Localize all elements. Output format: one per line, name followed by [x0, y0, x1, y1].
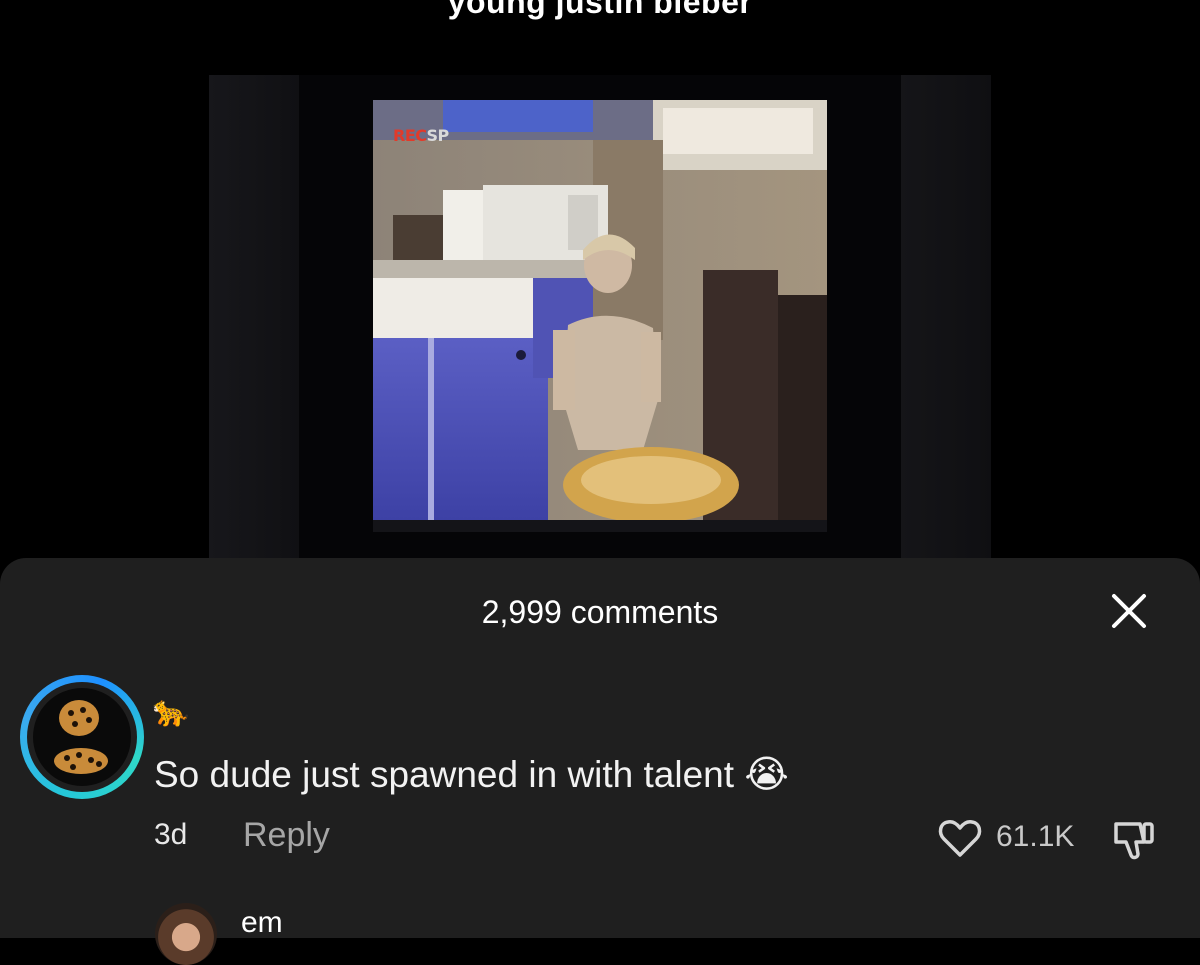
next-comment-username[interactable]: em — [241, 906, 283, 940]
record-mode-text: SP — [426, 126, 450, 145]
next-commenter-avatar[interactable] — [155, 903, 217, 965]
thumbs-down-icon — [1114, 822, 1154, 860]
rec-indicator: RECSP — [393, 126, 449, 145]
video-player[interactable]: RECSP — [373, 100, 827, 532]
comment-timestamp: 3d — [154, 818, 188, 851]
comments-count-title: 2,999 comments — [481, 594, 719, 630]
reply-button[interactable]: Reply — [243, 816, 330, 855]
heart-outline-icon — [938, 820, 982, 857]
comments-sheet: 2,999 comments — [0, 558, 1200, 938]
commenter-avatar[interactable] — [20, 675, 144, 799]
comment-username[interactable]: 🐆 — [152, 694, 189, 730]
video-still-image — [373, 100, 827, 532]
video-backdrop-right — [901, 75, 991, 560]
rec-text: REC — [393, 126, 427, 145]
like-button[interactable] — [936, 814, 984, 862]
video-caption: young justin bieber — [447, 0, 753, 20]
leopard-print-avatar-icon — [54, 700, 108, 774]
loudly-crying-emoji: 😭 — [744, 752, 789, 796]
close-button[interactable] — [1108, 590, 1150, 632]
comment-body: So dude just spawned in with talent 😭 — [154, 752, 789, 797]
like-count: 61.1K — [996, 820, 1075, 853]
video-backdrop-left — [209, 75, 299, 560]
dislike-button[interactable] — [1110, 814, 1160, 864]
comment-text: So dude just spawned in with talent — [154, 754, 735, 795]
close-icon — [1112, 594, 1146, 628]
avatar-ring-gap — [27, 682, 137, 792]
avatar-image — [33, 688, 131, 786]
